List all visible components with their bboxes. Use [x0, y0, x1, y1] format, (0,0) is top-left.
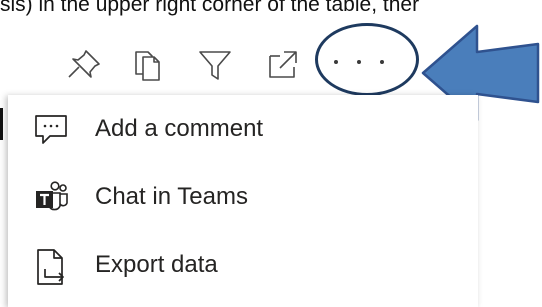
menu-item-chat-in-teams[interactable]: Chat in Teams [8, 170, 478, 226]
menu-item-label: Chat in Teams [95, 183, 248, 210]
comment-icon [33, 112, 69, 148]
focus-mode-icon[interactable] [266, 48, 300, 80]
menu-item-label: Add a comment [95, 115, 264, 142]
instruction-text: sis) in the upper right corner of the ta… [0, 0, 420, 16]
filter-icon[interactable] [198, 48, 232, 82]
highlight-circle [315, 23, 419, 96]
teams-icon [33, 180, 69, 216]
export-data-icon [33, 248, 69, 285]
background-edge [0, 108, 3, 140]
pin-icon[interactable] [66, 48, 102, 80]
menu-item-label: Export data [95, 251, 218, 278]
menu-item-export-data[interactable]: Export data [8, 238, 478, 294]
copy-icon[interactable] [132, 48, 164, 82]
menu-item-add-comment[interactable]: Add a comment [8, 102, 478, 158]
more-options-menu: Add a comment Chat in Teams Export data [8, 95, 478, 307]
